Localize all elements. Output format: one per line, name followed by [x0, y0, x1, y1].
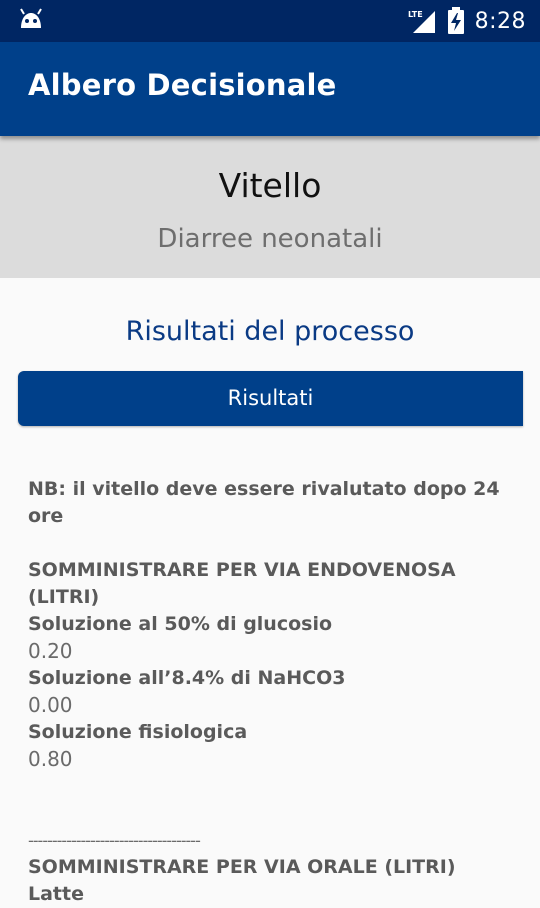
lte-signal-icon: LTE	[408, 10, 435, 33]
disease-subtitle: Diarree neonatali	[157, 224, 383, 254]
oral-heading: SOMMINISTRARE PER VIA ORALE (LITRI)	[28, 856, 456, 878]
iv-item-value: 0.80	[28, 747, 73, 771]
oral-item-label: Latte	[28, 883, 84, 905]
status-bar: LTE 8:28	[0, 0, 540, 42]
status-icons: LTE 8:28	[407, 0, 526, 42]
results-button[interactable]: Risultati	[18, 371, 523, 426]
results-content: NB: il vitello deve essere rivalutato do…	[28, 476, 518, 908]
iv-item-value: 0.00	[28, 693, 73, 717]
app-title: Albero Decisionale	[28, 68, 337, 102]
iv-item-value: 0.20	[28, 639, 73, 663]
android-icon	[20, 8, 42, 28]
header-panel: Vitello Diarree neonatali	[0, 136, 540, 278]
iv-heading: SOMMINISTRARE PER VIA ENDOVENOSA (LITRI)	[28, 559, 456, 608]
clock: 8:28	[474, 8, 526, 34]
app-bar: Albero Decisionale	[0, 42, 540, 136]
section-divider: ------------------------------------	[28, 831, 201, 850]
section-title: Risultati del processo	[125, 316, 415, 347]
svg-text:LTE: LTE	[408, 10, 423, 19]
iv-item-label: Soluzione all’8.4% di NaHCO3	[28, 667, 346, 689]
animal-title: Vitello	[218, 166, 322, 205]
iv-item-label: Soluzione al 50% di glucosio	[28, 613, 333, 635]
iv-item-label: Soluzione fisiologica	[28, 721, 248, 743]
reevaluation-note: NB: il vitello deve essere rivalutato do…	[28, 478, 500, 527]
battery-charging-icon	[447, 7, 464, 34]
